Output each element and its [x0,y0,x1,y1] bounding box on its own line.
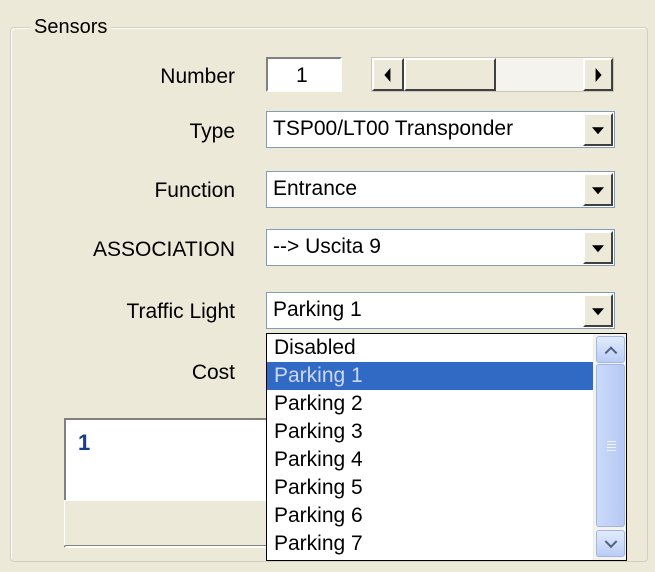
type-label: Type [189,120,235,143]
dropdown-option[interactable]: Disabled [267,334,594,362]
association-value: --> Uscita 9 [273,235,381,258]
function-dropdown-button[interactable] [583,173,613,206]
association-dropdown-button[interactable] [583,231,613,264]
chevron-down-icon [592,307,604,315]
association-label: ASSOCIATION [93,238,235,261]
function-select[interactable]: Entrance [266,171,615,208]
dropdown-option[interactable]: Parking 3 [267,418,594,446]
scroll-thumb[interactable] [404,58,496,91]
chevron-down-icon [592,126,604,134]
traffic-light-dropdown-list[interactable]: Disabled Parking 1 Parking 2 Parking 3 Parki… [266,333,627,561]
arrow-left-icon [384,67,391,82]
traffic-light-select[interactable]: Parking 1 [266,292,615,329]
dropdown-option[interactable]: Parking 4 [267,446,594,474]
type-value: TSP00/LT00 Transponder [273,117,514,140]
dropdown-scroll-thumb[interactable] [596,364,625,527]
cost-label: Cost [191,361,235,384]
dropdown-option[interactable]: Parking 1 [267,362,594,390]
traffic-light-value: Parking 1 [273,298,362,321]
chevron-down-icon [604,534,617,548]
type-dropdown-button[interactable] [583,113,613,146]
memo-footer [64,500,284,546]
chevron-up-icon [604,345,617,359]
dropdown-option[interactable]: Parking 6 [267,502,594,530]
function-value: Entrance [273,177,358,200]
scroll-up-button[interactable] [596,336,625,363]
dropdown-scrollbar[interactable] [593,334,626,560]
function-label: Function [154,179,235,202]
number-value: 1 [296,64,308,87]
association-select[interactable]: --> Uscita 9 [266,229,615,266]
type-select[interactable]: TSP00/LT00 Transponder [266,111,615,148]
scroll-left-button[interactable] [372,58,404,91]
traffic-light-dropdown-button[interactable] [583,294,613,327]
traffic-light-label: Traffic Light [126,300,235,323]
scroll-right-button[interactable] [583,58,613,91]
scroll-down-button[interactable] [596,530,625,557]
memo-value: 1 [78,430,91,455]
dropdown-option[interactable]: Parking 5 [267,474,594,502]
chevron-down-icon [592,186,604,194]
dropdown-option[interactable]: Parking 7 [267,530,594,558]
dropdown-option[interactable]: Parking 2 [267,390,594,418]
number-label: Number [160,65,235,88]
dropdown-options: Disabled Parking 1 Parking 2 Parking 3 Parki… [267,334,594,558]
arrow-right-icon [595,67,602,82]
number-field[interactable]: 1 [266,57,342,92]
group-title: Sensors [30,15,112,39]
chevron-down-icon [592,244,604,252]
